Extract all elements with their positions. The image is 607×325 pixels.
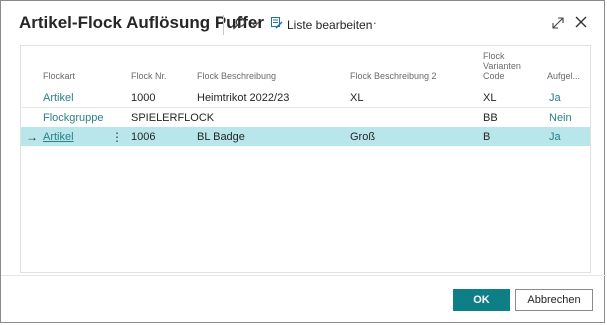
column-header-flock-beschreibung-2[interactable]: Flock Beschreibung 2: [350, 71, 437, 81]
current-row-arrow-icon: →: [26, 130, 38, 144]
cell-flock-beschreibung-2: Groß: [350, 131, 376, 143]
dialog: Artikel-Flock Auflösung Puffer Liste bea…: [0, 0, 606, 323]
column-header-flockart[interactable]: Flockart: [43, 71, 75, 81]
table-row[interactable]: Artikel 1000 Heimtrikot 2022/23 XL XL Ja: [21, 88, 590, 107]
edit-list-button[interactable]: Liste bearbeiten: [271, 16, 372, 34]
cell-aufgeloest[interactable]: Ja: [549, 92, 561, 104]
cell-varianten-code: XL: [483, 92, 497, 104]
column-header-varianten-code-line3: Code: [483, 71, 505, 81]
column-header-varianten-code-line2: Varianten: [483, 61, 521, 71]
search-icon[interactable]: [230, 15, 248, 33]
expand-icon[interactable]: [550, 15, 566, 31]
more-options-icon[interactable]: ···: [362, 14, 378, 30]
cell-flock-beschreibung: BL Badge: [197, 131, 245, 143]
table-row[interactable]: Flockgruppe SPIELERFLOCK BB Nein: [21, 108, 590, 127]
cell-flock-beschreibung-2: XL: [350, 92, 364, 104]
column-header-varianten-code-line1: Flock: [483, 51, 505, 61]
cell-flock-nr: 1000: [131, 92, 156, 104]
table-row-selected[interactable]: → Artikel ⋮ 1006 BL Badge Groß B Ja: [21, 127, 590, 146]
cell-aufgeloest[interactable]: Nein: [549, 112, 572, 124]
cell-flock-nr: SPIELERFLOCK: [131, 112, 215, 124]
close-icon[interactable]: [572, 13, 590, 31]
flock-table: Flockart Flock Nr. Flock Beschreibung Fl…: [20, 45, 591, 273]
edit-list-icon: [271, 16, 283, 34]
cell-flock-beschreibung: Heimtrikot 2022/23: [197, 92, 290, 104]
cell-varianten-code: B: [483, 131, 491, 143]
footer-divider: [1, 275, 606, 276]
toolbar-divider: [223, 15, 224, 35]
cancel-button[interactable]: Abbrechen: [515, 289, 593, 311]
column-header-varianten-code[interactable]: Flock Varianten Code: [483, 51, 521, 81]
ok-button[interactable]: OK: [453, 289, 510, 311]
dialog-title: Artikel-Flock Auflösung Puffer: [19, 13, 264, 32]
column-header-aufgeloest[interactable]: Aufgel...: [547, 71, 580, 81]
chevron-down-icon[interactable]: [249, 17, 261, 31]
column-header-flock-nr[interactable]: Flock Nr.: [131, 71, 167, 81]
cell-aufgeloest[interactable]: Ja: [549, 131, 561, 143]
cell-varianten-code: BB: [483, 112, 498, 124]
cell-flockart[interactable]: Artikel: [43, 92, 74, 104]
edit-list-label: Liste bearbeiten: [287, 18, 373, 32]
column-header-flock-beschreibung[interactable]: Flock Beschreibung: [197, 71, 276, 81]
cell-flockart[interactable]: Artikel: [43, 131, 74, 143]
row-actions-icon[interactable]: ⋮: [111, 130, 123, 144]
cell-flockart[interactable]: Flockgruppe: [43, 112, 104, 124]
cell-flock-nr: 1006: [131, 131, 156, 143]
